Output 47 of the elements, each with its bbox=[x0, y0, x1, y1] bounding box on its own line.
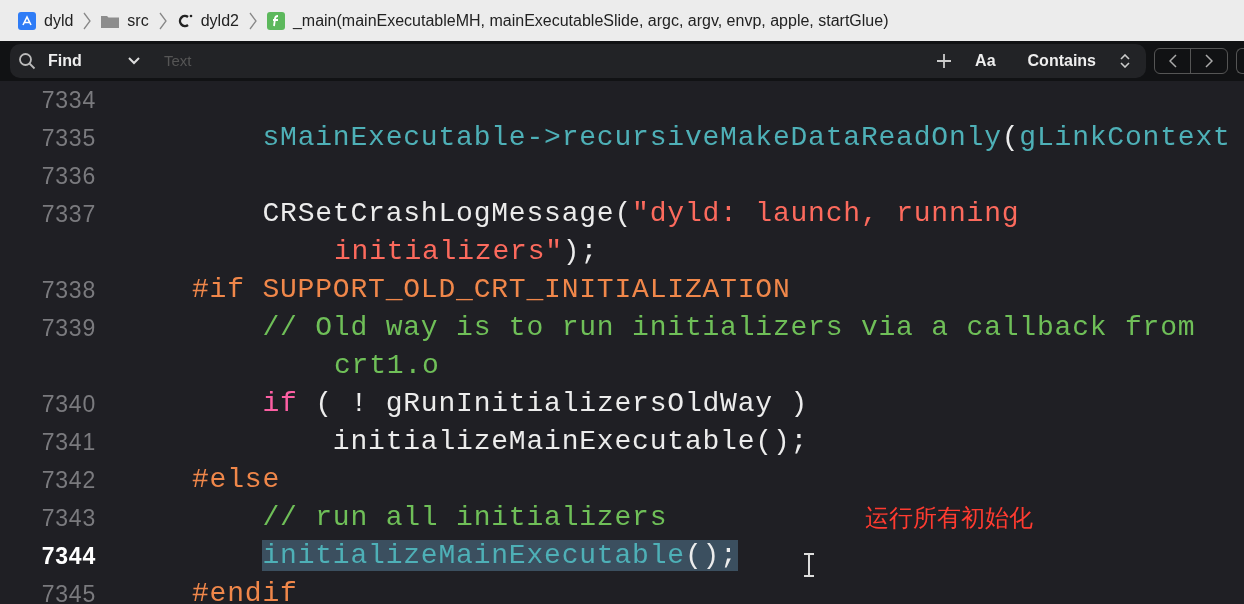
search-icon bbox=[18, 52, 36, 70]
chevron-down-icon bbox=[128, 57, 140, 65]
line-number: 7335 bbox=[40, 124, 96, 153]
code-line: CRSetCrashLogMessage("dyld: launch, running bbox=[262, 198, 1020, 229]
code-line: #if SUPPORT_OLD_CRT_INITIALIZATION bbox=[192, 274, 791, 305]
chevron-icon bbox=[158, 11, 167, 30]
toolbar-button[interactable] bbox=[1236, 48, 1244, 74]
code-line: // Old way is to run initializers via a callback from bbox=[262, 312, 1196, 343]
breadcrumb-item[interactable]: _main(mainExecutableMH, mainExecutableSlide, argc, argv, envp, apple, startGlue) bbox=[292, 8, 889, 33]
c-file-icon bbox=[176, 12, 193, 29]
text-cursor-icon bbox=[803, 553, 815, 577]
code-line: #else bbox=[192, 464, 280, 495]
breadcrumb-item[interactable]: dyld bbox=[44, 8, 74, 33]
code-line: initializeMainExecutable(); bbox=[332, 426, 809, 457]
add-icon[interactable] bbox=[937, 54, 952, 68]
line-number: 7343 bbox=[40, 504, 96, 533]
line-number: 7334 bbox=[40, 86, 96, 115]
line-number: 7344 bbox=[40, 542, 96, 571]
line-number: 7340 bbox=[40, 390, 96, 419]
function-icon bbox=[266, 11, 285, 30]
selected-code: initializeMainExecutable(); bbox=[262, 540, 738, 571]
updown-icon bbox=[1120, 54, 1130, 68]
breadcrumb-item[interactable]: dyld2 bbox=[200, 8, 239, 33]
chevron-icon bbox=[248, 11, 257, 30]
chevron-left-icon bbox=[1168, 54, 1177, 68]
line-number: 7336 bbox=[40, 162, 96, 191]
find-mode-menu[interactable]: Find bbox=[48, 49, 120, 73]
code-line: if ( ! gRunInitializersOldWay ) bbox=[262, 388, 809, 419]
code-line: #endif bbox=[192, 578, 298, 604]
line-number: 7345 bbox=[40, 580, 96, 604]
line-number: 7338 bbox=[40, 276, 96, 305]
code-line: crt1.o bbox=[334, 350, 440, 381]
code-line: initializers"); bbox=[334, 236, 599, 267]
folder-icon bbox=[101, 13, 120, 28]
match-menu[interactable]: Contains bbox=[1027, 49, 1096, 73]
line-number: 7339 bbox=[40, 314, 96, 343]
app-icon bbox=[18, 11, 36, 30]
chevron-right-icon bbox=[1205, 54, 1213, 68]
chevron-icon bbox=[83, 11, 92, 30]
line-number: 7342 bbox=[40, 466, 96, 495]
line-number: 7337 bbox=[40, 200, 96, 229]
line-number: 7341 bbox=[40, 428, 96, 457]
code-line: // run all initializers bbox=[262, 502, 668, 533]
breadcrumb-item[interactable]: src bbox=[127, 8, 149, 33]
annotation-text: 运行所有初始化 bbox=[865, 503, 1033, 534]
case-button[interactable]: Aa bbox=[975, 49, 996, 73]
code-line: sMainExecutable->recursiveMakeDataReadOnly(gLinkContext bbox=[262, 122, 1231, 153]
